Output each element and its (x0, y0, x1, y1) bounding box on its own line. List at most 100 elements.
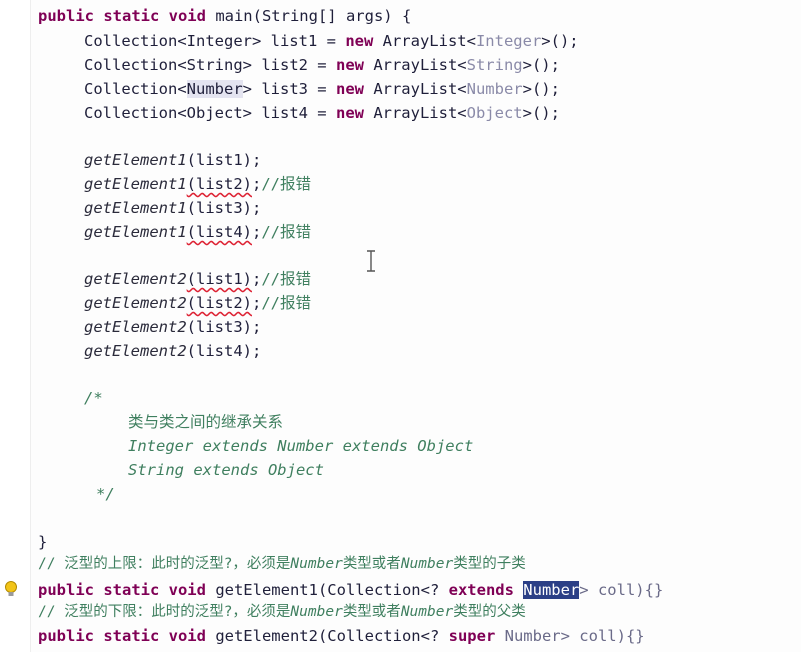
comment-text: // 泛型的下限：此时的泛型?，必须是 (38, 604, 291, 620)
comment-text: 类型的父类 (453, 604, 526, 620)
call-line: getElement2(list4); (84, 339, 261, 363)
editor-gutter (0, 0, 30, 652)
method-name: getElement2 (84, 294, 187, 312)
end-text: >(); (522, 56, 560, 74)
error-call-arg: (list1) (186, 270, 252, 288)
generic-type: String (466, 56, 523, 74)
var-text: > list4 = (242, 104, 336, 122)
get-element2-declaration: public static void getElement2(Collectio… (38, 624, 645, 648)
call-line: getElement1(list4);//报错 (84, 220, 311, 244)
method-name: getElement2 (84, 270, 187, 288)
keyword: super (448, 627, 496, 645)
block-comment-line: 类与类之间的继承关系 (128, 413, 284, 431)
method-name: getElement1 (84, 223, 187, 241)
generic-type: Object (186, 104, 243, 122)
class-text: ArrayList< (363, 104, 467, 122)
type-text: Collection< (84, 104, 187, 122)
call-line: getElement1(list2);//报错 (84, 172, 311, 196)
lower-bound-comment: // 泛型的下限：此时的泛型?，必须是Number类型或者Number类型的父类 (38, 600, 526, 624)
var-text: > list2 = (242, 56, 336, 74)
line-comment: //报错 (261, 223, 311, 241)
call-line: getElement2(list2);//报错 (84, 291, 311, 315)
keyword: new (335, 56, 364, 74)
class-text: ArrayList< (373, 32, 476, 50)
semicolon: ; (251, 342, 262, 360)
type-text: Collection< (84, 80, 187, 98)
semicolon: ; (251, 318, 262, 336)
method-name: getElement1 (84, 199, 187, 217)
comment-text: 类型的子类 (453, 556, 526, 572)
comment-text: 类型或者 (342, 604, 401, 620)
line-comment: //报错 (261, 270, 311, 288)
call-arg: (list3) (186, 318, 252, 336)
comment-text: 类型或者 (342, 556, 401, 572)
line-comment: //报错 (261, 294, 311, 312)
error-call-arg: (list4) (186, 223, 252, 241)
main-method-signature: public static void main(String[] args) { (38, 4, 411, 28)
generic-type: Integer (186, 32, 252, 50)
get-element1-declaration: public static void getElement1(Collectio… (38, 578, 663, 602)
call-arg: (list1) (186, 151, 252, 169)
method-signature: getElement2(Collection<? (205, 627, 449, 645)
keyword: new (345, 32, 374, 50)
var-text: > list3 = (242, 80, 336, 98)
keyword: public static void (38, 627, 206, 645)
method-name: getElement1 (84, 175, 187, 193)
semicolon: ; (251, 270, 262, 288)
call-arg: (list3) (186, 199, 252, 217)
comment-text: Number (400, 604, 454, 620)
signature-text: main(String[] args) { (205, 7, 412, 25)
error-call-arg: (list2) (186, 294, 252, 312)
call-line: getElement1(list3); (84, 196, 261, 220)
text-cursor-icon (367, 250, 375, 272)
comment-text: Number (290, 604, 343, 620)
block-comment-line: Integer extends Number extends Object (128, 437, 474, 455)
method-name: getElement2 (84, 318, 187, 336)
keyword: extends (448, 581, 514, 599)
code-editor[interactable]: public static void main(String[] args) {… (0, 0, 801, 652)
upper-bound-comment: // 泛型的上限：此时的泛型?，必须是Number类型或者Number类型的子类 (38, 552, 526, 576)
keyword: public static void (38, 7, 206, 25)
type-text: Collection< (84, 56, 187, 74)
comment-text: Number (290, 556, 343, 572)
keyword: new (335, 80, 364, 98)
generic-type: Object (466, 104, 523, 122)
semicolon: ; (251, 223, 262, 241)
end-text: >(); (522, 80, 560, 98)
method-name: getElement1 (84, 151, 187, 169)
call-arg: (list4) (186, 342, 252, 360)
semicolon: ; (251, 294, 262, 312)
closing-brace: } (38, 533, 48, 551)
error-call-arg: (list2) (186, 175, 252, 193)
method-signature: getElement1(Collection<? (205, 581, 449, 599)
method-signature-rest: > coll){} (579, 581, 664, 599)
keyword: public static void (38, 581, 206, 599)
block-comment-close: */ (96, 485, 115, 503)
call-line: getElement2(list1);//报错 (84, 267, 311, 291)
class-text: ArrayList< (363, 80, 467, 98)
comment-text: Number (400, 556, 454, 572)
type-text: Collection< (84, 32, 187, 50)
call-line: getElement1(list1); (84, 148, 261, 172)
line-comment: //报错 (261, 175, 311, 193)
decl-line-2: Collection<String> list2 = new ArrayList… (84, 53, 560, 77)
generic-type: Number (186, 80, 243, 98)
call-line: getElement2(list3); (84, 315, 261, 339)
keyword: new (335, 104, 364, 122)
decl-line-1: Collection<Integer> list1 = new ArrayLis… (84, 29, 579, 53)
selected-text[interactable]: Number (523, 581, 580, 599)
method-name: getElement2 (84, 342, 187, 360)
end-text: >(); (522, 104, 560, 122)
generic-type: String (186, 56, 243, 74)
generic-type: Number (466, 80, 523, 98)
generic-type: Integer (475, 32, 542, 50)
lightbulb-icon[interactable] (4, 580, 18, 598)
semicolon: ; (251, 199, 262, 217)
class-text: ArrayList< (363, 56, 467, 74)
gutter-divider (30, 0, 31, 652)
decl-line-4: Collection<Object> list4 = new ArrayList… (84, 101, 560, 125)
semicolon: ; (251, 175, 262, 193)
block-comment-open: /* (84, 389, 103, 407)
semicolon: ; (251, 151, 262, 169)
